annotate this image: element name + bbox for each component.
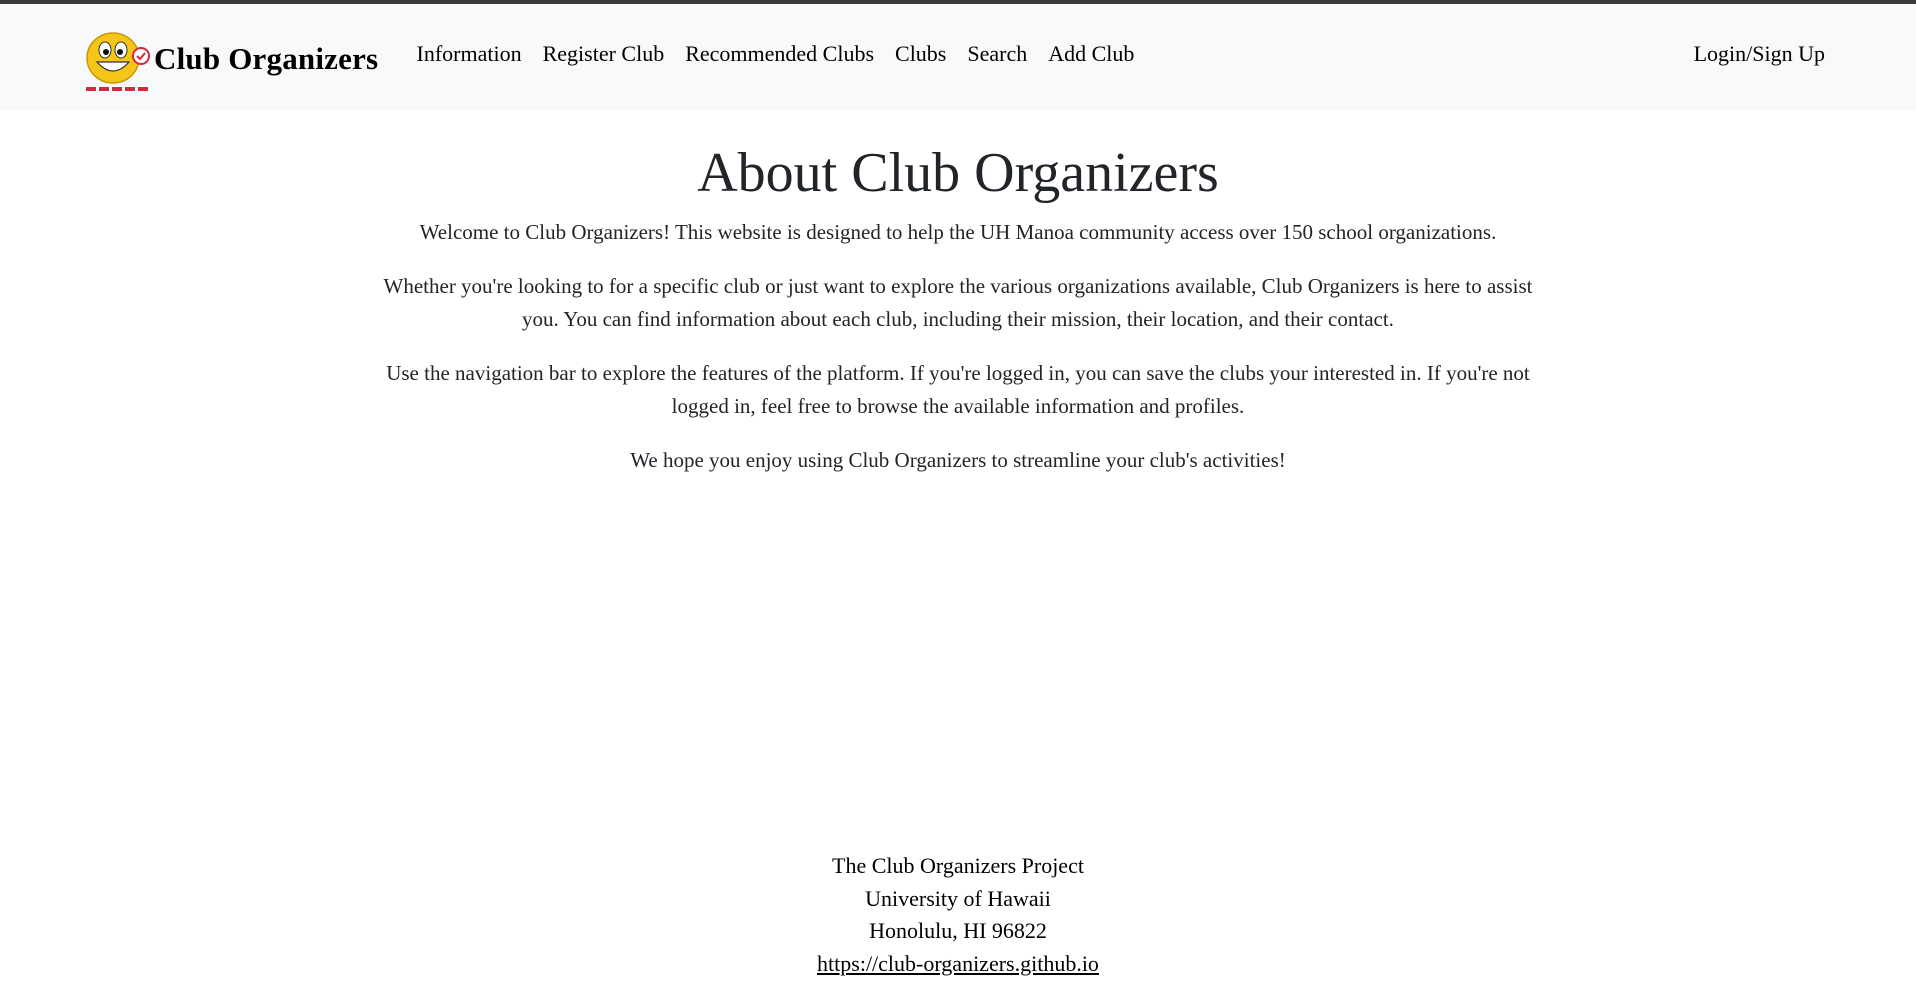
nav-add-club[interactable]: Add Club [1038,41,1145,67]
footer-project-name: The Club Organizers Project [832,853,1084,878]
closing-paragraph: We hope you enjoy using Club Organizers … [630,448,1286,473]
brand-title: Club Organizers [154,41,379,76]
footer: The Club Organizers Project University o… [0,850,1916,980]
footer-university: University of Hawaii [865,885,1051,911]
main-content: About Club Organizers Welcome to Club Or… [0,110,1916,477]
nav-information[interactable]: Information [406,41,532,67]
login-signup-link[interactable]: Login/Sign Up [1694,41,1825,66]
nav-links: Information Register Club Recommended Cl… [406,41,1145,67]
brand-link[interactable]: Club Organizers [83,24,378,94]
smiley-face-logo-icon [83,24,153,94]
page-title: About Club Organizers [697,142,1219,204]
explore-paragraph: Whether you're looking to for a specific… [383,274,1533,332]
intro-paragraph: Welcome to Club Organizers! This website… [419,220,1497,245]
navigation-paragraph: Use the navigation bar to explore the fe… [386,361,1530,419]
nav-right: Login/Sign Up [1694,41,1825,67]
navbar: Club Organizers Information Register Clu… [0,4,1916,110]
footer-website-link[interactable]: https://club-organizers.github.io [817,951,1099,976]
nav-clubs[interactable]: Clubs [885,41,957,67]
nav-register-club[interactable]: Register Club [532,41,675,67]
nav-search[interactable]: Search [957,41,1038,67]
footer-address: Honolulu, HI 96822 [869,918,1047,943]
nav-recommended-clubs[interactable]: Recommended Clubs [675,41,885,67]
